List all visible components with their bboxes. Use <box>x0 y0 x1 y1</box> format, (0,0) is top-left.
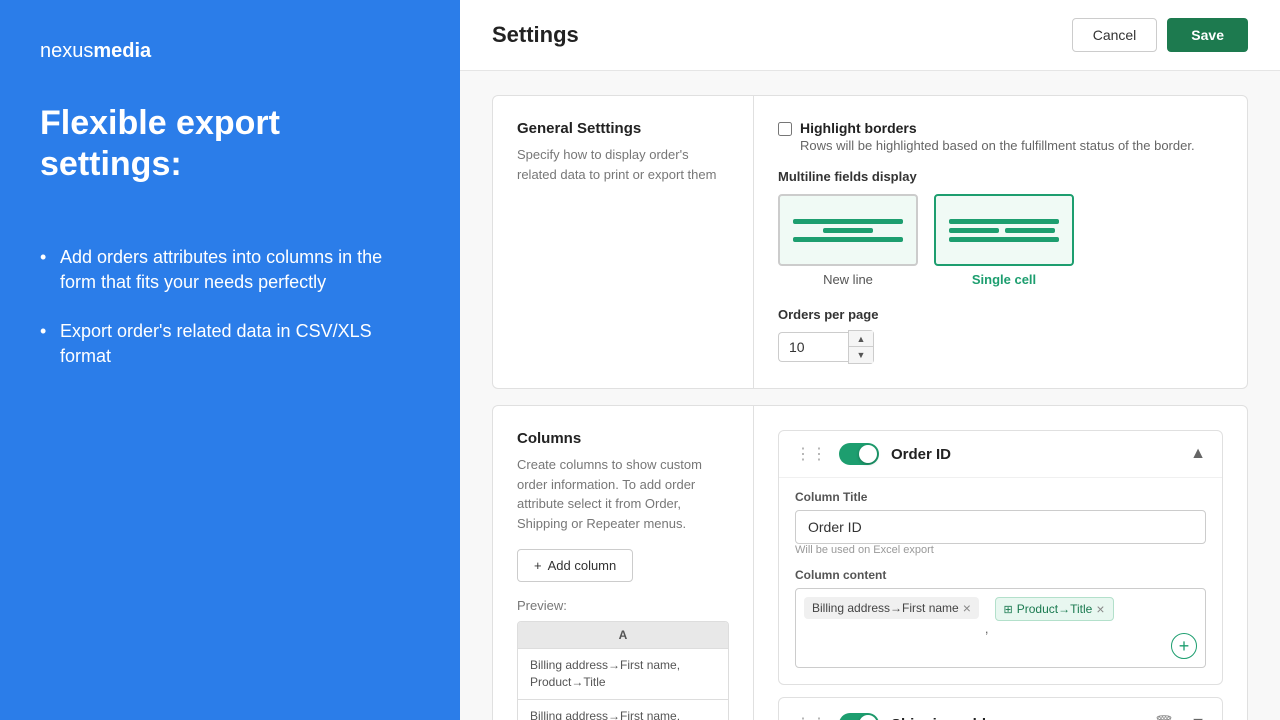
preview-table: A Billing address→First name, Product→Ti… <box>517 621 729 720</box>
orders-per-page-spinner: ▲ ▼ <box>778 330 1223 364</box>
column-item-order-id-body: Column Title Will be used on Excel expor… <box>779 477 1222 684</box>
columns-left: Columns Create columns to show custom or… <box>493 406 753 720</box>
tag-product-title-text: Product→Title <box>1017 602 1093 616</box>
content-area: General Setttings Specify how to display… <box>460 71 1280 720</box>
right-panel: Settings Cancel Save General Setttings S… <box>460 0 1280 720</box>
display-options: New line <box>778 194 1223 287</box>
display-option-newline-label: New line <box>778 272 918 287</box>
expand-shipping-button[interactable]: ▼ <box>1190 715 1206 720</box>
general-settings-card: General Setttings Specify how to display… <box>492 95 1248 389</box>
column-content-label: Column content <box>795 568 1206 582</box>
highlight-borders-sublabel: Rows will be highlighted based on the fu… <box>800 138 1195 153</box>
cancel-button[interactable]: Cancel <box>1072 18 1158 52</box>
columns-desc: Create columns to show custom order info… <box>517 455 729 533</box>
header-buttons: Cancel Save <box>1072 18 1248 52</box>
display-option-newline-box <box>778 194 918 266</box>
preview-row-1: Billing address→First name, Product→Titl… <box>518 649 728 700</box>
tag-product-icon: ⊞ <box>1004 603 1013 616</box>
drag-handle-shipping[interactable]: ⋮⋮ <box>795 714 827 720</box>
tag-product-title: ⊞ Product→Title × <box>995 597 1114 621</box>
tag-separator: , <box>985 621 989 636</box>
spinner-up-button[interactable]: ▲ <box>849 331 873 347</box>
highlight-borders-labels: Highlight borders Rows will be highlight… <box>800 120 1195 153</box>
preview-row-2: Billing address→First name, Product→Titl… <box>518 700 728 720</box>
brand-prefix: nexus <box>40 40 93 62</box>
newline-icon <box>785 211 911 250</box>
add-icon: + <box>534 558 542 573</box>
page-header: Settings Cancel Save <box>460 0 1280 71</box>
column-content-tags[interactable]: Billing address→First name × , ⊞ Product… <box>795 588 1206 668</box>
column-name-shipping: Shipping address <box>891 716 1138 720</box>
spinner-buttons: ▲ ▼ <box>848 330 874 364</box>
orders-per-page-label: Orders per page <box>778 307 1223 322</box>
column-items-area: ⋮⋮ Order ID ▲ Column Title <box>753 406 1247 720</box>
save-button[interactable]: Save <box>1167 18 1248 52</box>
add-tag-button[interactable]: + <box>1171 633 1197 659</box>
display-option-singlecell[interactable]: Single cell <box>934 194 1074 287</box>
column-title-label: Column Title <box>795 490 1206 504</box>
tag-billing-firstname-text: Billing address→First name <box>812 601 959 615</box>
tag-billing-firstname: Billing address→First name × <box>804 597 979 619</box>
multiline-label: Multiline fields display <box>778 169 1223 184</box>
highlight-borders-row: Highlight borders Rows will be highlight… <box>778 120 1223 153</box>
general-settings-title: General Setttings <box>517 120 729 137</box>
singlecell-icon <box>941 211 1067 250</box>
bullet-item-2: Export order's related data in CSV/XLS f… <box>40 319 420 369</box>
preview-col-header: A <box>518 622 728 649</box>
display-option-singlecell-box <box>934 194 1074 266</box>
columns-content: Columns Create columns to show custom or… <box>493 406 1247 720</box>
add-column-button[interactable]: + Add column <box>517 549 633 582</box>
toggle-shipping[interactable] <box>839 713 879 720</box>
add-column-label: Add column <box>548 558 617 573</box>
column-title-sublabel: Will be used on Excel export <box>795 544 1206 556</box>
display-option-newline[interactable]: New line <box>778 194 918 287</box>
page-title: Settings <box>492 22 579 48</box>
display-option-singlecell-label: Single cell <box>934 272 1074 287</box>
general-settings-right: Highlight borders Rows will be highlight… <box>753 96 1247 388</box>
tag-billing-firstname-close[interactable]: × <box>963 601 971 615</box>
spinner-down-button[interactable]: ▼ <box>849 347 873 363</box>
general-settings-content: General Setttings Specify how to display… <box>493 96 1247 388</box>
headline: Flexible export settings: <box>40 103 420 185</box>
column-item-order-id: ⋮⋮ Order ID ▲ Column Title <box>778 430 1223 685</box>
toggle-order-id[interactable] <box>839 443 879 465</box>
column-item-shipping: ⋮⋮ Shipping address 🗑 ▼ <box>778 697 1223 720</box>
bullet-item-1: Add orders attributes into columns in th… <box>40 245 420 295</box>
left-panel: nexusmedia Flexible export settings: Add… <box>0 0 460 720</box>
brand-suffix: media <box>93 40 151 62</box>
column-item-shipping-header: ⋮⋮ Shipping address 🗑 ▼ <box>779 698 1222 720</box>
columns-card: Columns Create columns to show custom or… <box>492 405 1248 720</box>
bullets-list: Add orders attributes into columns in th… <box>40 245 420 394</box>
delete-shipping-button[interactable]: 🗑 <box>1150 710 1178 720</box>
brand: nexusmedia <box>40 40 420 63</box>
highlight-borders-checkbox[interactable] <box>778 122 792 136</box>
general-settings-desc: Specify how to display order's related d… <box>517 145 729 184</box>
column-item-order-id-header: ⋮⋮ Order ID ▲ <box>779 431 1222 477</box>
orders-per-page-input[interactable] <box>778 332 848 362</box>
drag-handle-order-id[interactable]: ⋮⋮ <box>795 444 827 464</box>
collapse-order-id-button[interactable]: ▲ <box>1190 445 1206 463</box>
column-title-input[interactable] <box>795 510 1206 544</box>
column-name-order-id: Order ID <box>891 446 1178 463</box>
columns-title: Columns <box>517 430 729 447</box>
highlight-borders-label: Highlight borders <box>800 120 1195 136</box>
general-settings-left: General Setttings Specify how to display… <box>493 96 753 388</box>
tag-product-title-close[interactable]: × <box>1096 602 1104 616</box>
preview-label: Preview: <box>517 598 729 613</box>
